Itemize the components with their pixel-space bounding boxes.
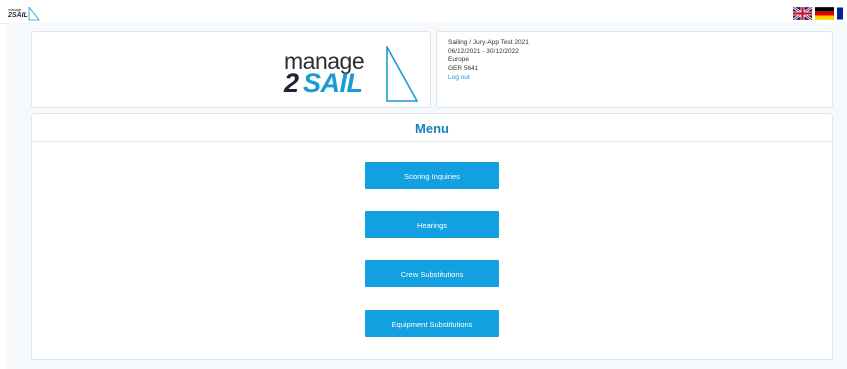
logout-link[interactable]: Log out <box>448 74 529 83</box>
logo-word-sail: SAIL <box>303 68 363 98</box>
small-logo-word-2sail: 2SAIL <box>8 12 28 19</box>
event-name: Sailing / Jury-App Test 2021 <box>448 39 529 46</box>
logo-card: manage 2 SAIL <box>31 31 431 108</box>
scoring-inquiries-button[interactable]: Scoring Inquiries <box>365 162 499 189</box>
menu-title: Menu <box>32 114 832 142</box>
language-switcher <box>793 7 843 20</box>
hearings-button[interactable]: Hearings <box>365 211 499 238</box>
logo-digit-2: 2 <box>284 68 300 98</box>
small-sail-icon <box>28 7 40 21</box>
equipment-substitutions-button[interactable]: Equipment Substitutions <box>365 310 499 337</box>
germany-flag-icon[interactable] <box>815 7 834 20</box>
uk-flag-icon[interactable] <box>793 7 812 20</box>
event-dates: 06/12/2021 - 30/12/2022 <box>448 47 519 55</box>
event-info: Sailing / Jury-App Test 2021 06/12/2021 … <box>448 39 529 83</box>
crew-substitutions-button[interactable]: Crew Substitutions <box>365 260 499 287</box>
event-info-card: Sailing / Jury-App Test 2021 06/12/2021 … <box>436 31 833 108</box>
manage2sail-logo: manage 2 SAIL <box>284 46 424 102</box>
page-body: manage 2 SAIL Sailing / Jury-App Test 20… <box>7 23 847 369</box>
menu-card: Menu Scoring Inquiries Hearings Crew Sub… <box>31 113 833 360</box>
france-flag-icon[interactable] <box>837 7 843 20</box>
event-region: Europe <box>448 56 469 64</box>
small-manage2sail-logo[interactable]: manage 2SAIL <box>8 7 40 21</box>
top-bar: manage 2SAIL <box>0 0 847 24</box>
sail-icon <box>386 46 419 102</box>
sail-number: GER 5641 <box>448 65 479 73</box>
